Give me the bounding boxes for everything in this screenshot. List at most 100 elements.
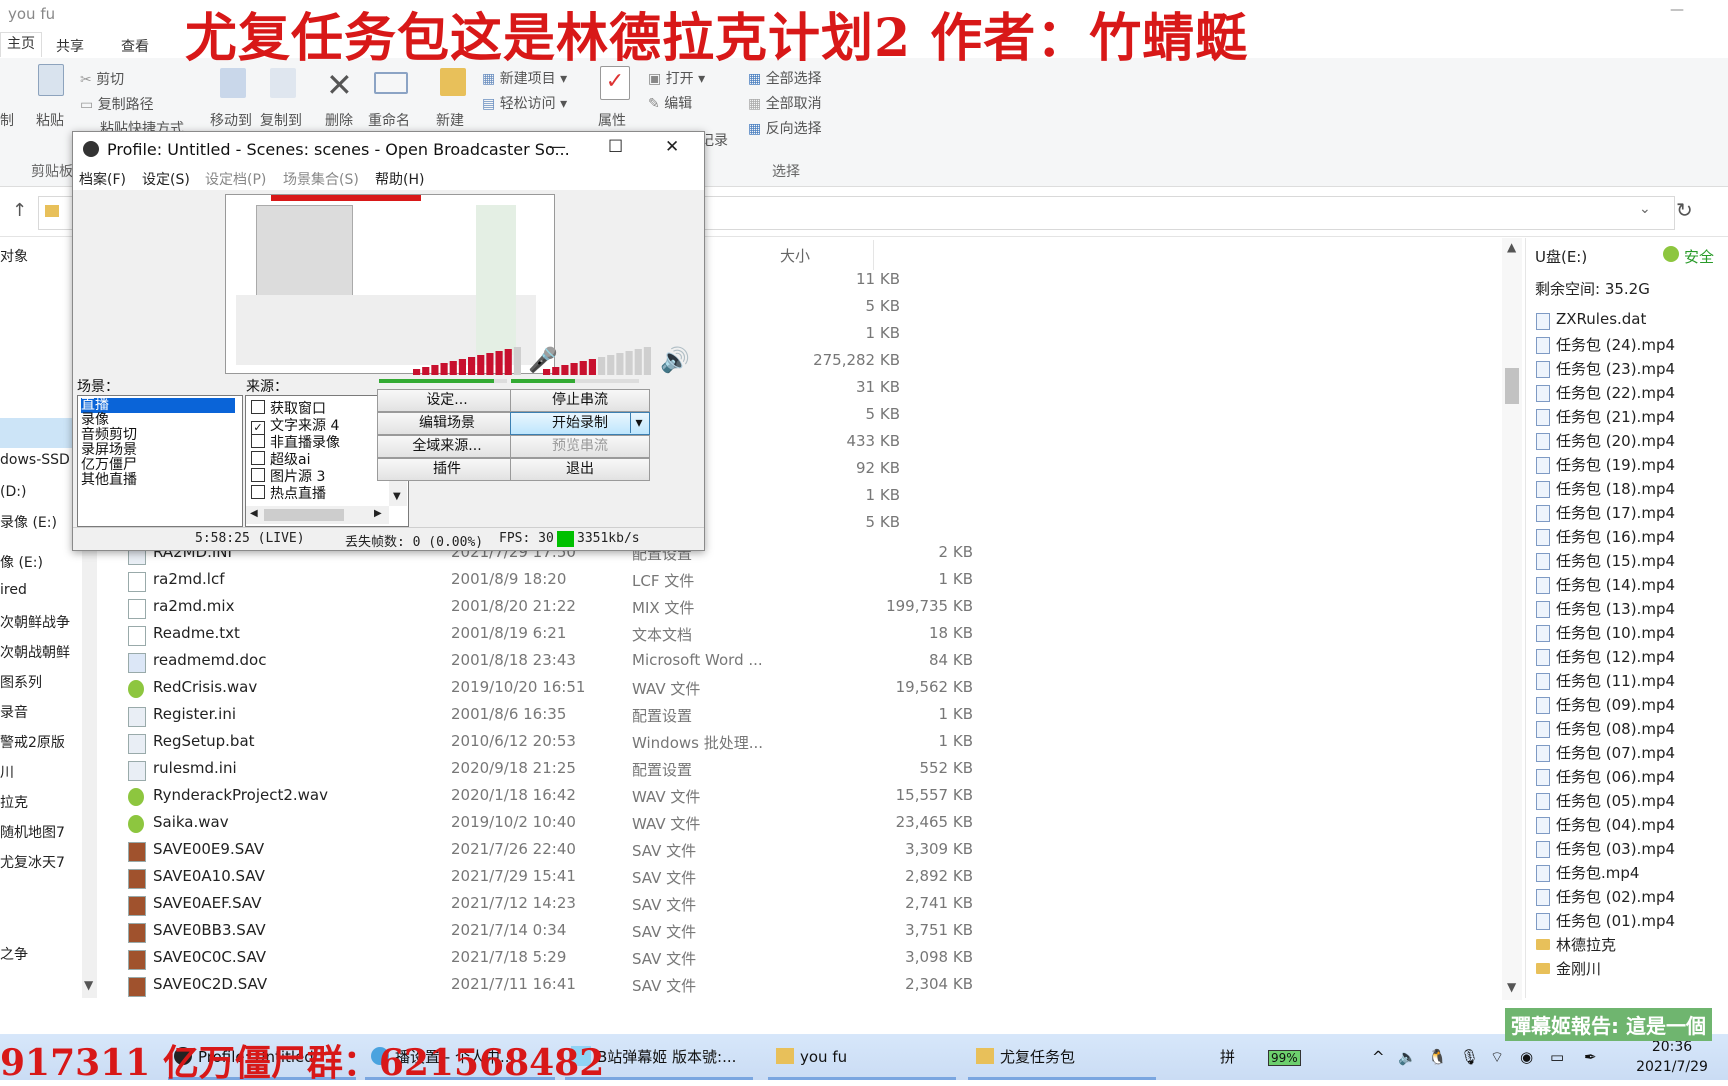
nav-item[interactable]: 图系列: [0, 672, 42, 692]
minimize-icon[interactable]: —: [1670, 2, 1684, 18]
start-record-button[interactable]: 开始录制 ▾: [510, 412, 650, 435]
preview-item[interactable]: 任务包 (05).mp4: [1556, 790, 1675, 811]
nav-item[interactable]: dows-SSD: [0, 452, 70, 468]
file-row[interactable]: Register.ini 2001/8/6 16:35 配置设置 1 KB: [110, 702, 1500, 729]
settings-button[interactable]: 设定...: [377, 389, 517, 412]
scroll-thumb[interactable]: [1505, 368, 1519, 404]
preview-item[interactable]: 任务包 (07).mp4: [1556, 742, 1675, 763]
paste-button[interactable]: 粘贴: [36, 110, 64, 130]
file-row[interactable]: RynderackProject2.wav 2020/1/18 16:42 WAV …: [110, 783, 1500, 810]
preview-item[interactable]: 任务包 (20).mp4: [1556, 430, 1675, 451]
dropdown-arrow-icon[interactable]: ▾: [630, 413, 647, 433]
refresh-icon[interactable]: ↻: [1676, 198, 1693, 222]
new-folder-button[interactable]: 新建: [436, 110, 464, 130]
preview-item[interactable]: 任务包 (18).mp4: [1556, 478, 1675, 499]
file-list-scrollbar[interactable]: ▲ ▼: [1502, 238, 1522, 1000]
preview-item[interactable]: 任务包 (22).mp4: [1556, 382, 1675, 403]
nav-item[interactable]: 之争: [0, 944, 28, 964]
plugins-button[interactable]: 插件: [377, 458, 517, 481]
preview-item[interactable]: 任务包 (19).mp4: [1556, 454, 1675, 475]
nav-item[interactable]: 像 (E:): [0, 552, 43, 572]
preview-item[interactable]: 任务包 (17).mp4: [1556, 502, 1675, 523]
file-row[interactable]: RedCrisis.wav 2019/10/20 16:51 WAV 文件 19,56…: [110, 675, 1500, 702]
source-hscroll[interactable]: ◀ ▶: [246, 506, 389, 524]
nav-item[interactable]: 对象: [0, 246, 28, 266]
nav-item[interactable]: 次朝战朝鲜: [0, 642, 70, 662]
file-row[interactable]: Saika.wav 2019/10/2 10:40 WAV 文件 23,465 KB: [110, 810, 1500, 837]
preview-item[interactable]: 任务包 (23).mp4: [1556, 358, 1675, 379]
preview-item[interactable]: 任务包 (09).mp4: [1556, 694, 1675, 715]
ime-indicator[interactable]: 拼: [1220, 1034, 1235, 1080]
preview-item[interactable]: 任务包 (11).mp4: [1556, 670, 1675, 691]
scroll-thumb[interactable]: [264, 509, 344, 521]
nav-item[interactable]: 尤复冰天7: [0, 852, 65, 872]
scroll-left-icon[interactable]: ◀: [250, 508, 258, 519]
source-checkbox[interactable]: [251, 400, 265, 414]
source-checkbox[interactable]: [251, 485, 265, 499]
edit-button[interactable]: ✎ 编辑: [648, 93, 692, 113]
wifi-icon[interactable]: ⌔: [1490, 1034, 1504, 1080]
file-row[interactable]: SAVE0A10.SAV 2021/7/29 15:41 SAV 文件 2,892 K…: [110, 864, 1500, 891]
nav-item[interactable]: ired: [0, 582, 27, 598]
delete-button[interactable]: 删除: [325, 110, 353, 130]
qq-icon[interactable]: 🐧: [1428, 1034, 1447, 1080]
mic-volume-meter[interactable]: [413, 345, 523, 375]
scene-item[interactable]: 音频剪切: [81, 428, 137, 443]
preview-stream-button[interactable]: 预览串流: [510, 435, 650, 458]
scene-item[interactable]: 录屏场景: [81, 443, 137, 458]
nav-item[interactable]: 录像 (E:): [0, 512, 57, 532]
preview-item[interactable]: 任务包 (08).mp4: [1556, 718, 1675, 739]
scene-item[interactable]: 录像: [81, 413, 109, 428]
source-checkbox[interactable]: [251, 468, 265, 482]
stop-stream-button[interactable]: 停止串流: [510, 389, 650, 412]
menu-profile[interactable]: 设定档(P): [205, 169, 266, 189]
move-to-button[interactable]: 移动到: [210, 110, 252, 130]
source-checkbox[interactable]: [251, 451, 265, 465]
close-icon[interactable]: ✕: [665, 137, 679, 157]
nav-item[interactable]: 次朝鲜战争: [0, 612, 70, 632]
scroll-down-icon[interactable]: ▼: [1507, 980, 1516, 994]
file-row[interactable]: SAVE0C2D.SAV 2021/7/11 16:41 SAV 文件 2,304 K…: [110, 972, 1500, 999]
file-row[interactable]: ra2md.lcf 2001/8/9 18:20 LCF 文件 1 KB: [110, 567, 1500, 594]
preview-item[interactable]: 任务包 (24).mp4: [1556, 334, 1675, 355]
preview-item[interactable]: 任务包.mp4: [1556, 862, 1639, 883]
edit-scene-button[interactable]: 编辑场景: [377, 412, 517, 435]
scene-item[interactable]: 直播: [81, 398, 235, 413]
scroll-up-icon[interactable]: ▲: [1507, 240, 1516, 254]
file-row[interactable]: rulesmd.ini 2020/9/18 21:25 配置设置 552 KB: [110, 756, 1500, 783]
up-arrow-icon[interactable]: ↑: [12, 200, 27, 221]
preview-item[interactable]: 任务包 (02).mp4: [1556, 886, 1675, 907]
file-row[interactable]: ra2md.mix 2001/8/20 21:22 MIX 文件 199,735 KB: [110, 594, 1500, 621]
desktop-volume-meter[interactable]: [543, 345, 653, 375]
nav-item[interactable]: 录音: [0, 702, 28, 722]
file-row[interactable]: SAVE0C0C.SAV 2021/7/18 5:29 SAV 文件 3,098 KB: [110, 945, 1500, 972]
scroll-down-icon[interactable]: ▼: [393, 491, 401, 502]
copy-path-button[interactable]: ▭ 复制路径: [80, 94, 154, 114]
preview-item[interactable]: 任务包 (10).mp4: [1556, 622, 1675, 643]
preview-item[interactable]: 任务包 (16).mp4: [1556, 526, 1675, 547]
preview-item[interactable]: 任务包 (15).mp4: [1556, 550, 1675, 571]
scroll-right-icon[interactable]: ▶: [374, 508, 382, 519]
properties-button[interactable]: 属性: [598, 110, 626, 130]
scene-list[interactable]: 直播 录像 音频剪切 录屏场景 亿万僵尸 其他直播: [77, 395, 243, 527]
preview-item[interactable]: 任务包 (04).mp4: [1556, 814, 1675, 835]
source-checkbox[interactable]: [251, 434, 265, 448]
nav-item[interactable]: (D:): [0, 484, 26, 500]
volume-icon[interactable]: 🔈: [1398, 1034, 1417, 1080]
speaker-icon[interactable]: 🔊: [660, 346, 690, 374]
taskbar-item-mission-pack[interactable]: 尤复任务包: [968, 1034, 1156, 1080]
select-all-button[interactable]: ▦ 全部选择: [748, 68, 822, 88]
exit-button[interactable]: 退出: [510, 458, 650, 481]
menu-scene-collection[interactable]: 场景集合(S): [283, 169, 359, 189]
rename-button[interactable]: 重命名: [368, 110, 410, 130]
maximize-icon[interactable]: ☐: [608, 137, 623, 157]
copy-to-button[interactable]: 复制到: [260, 110, 302, 130]
size-column-header[interactable]: 大小: [780, 245, 810, 266]
chevron-up-icon[interactable]: ^: [1372, 1034, 1385, 1080]
preview-item[interactable]: 任务包 (13).mp4: [1556, 598, 1675, 619]
chevron-down-icon[interactable]: ⌄: [1639, 201, 1651, 217]
tab-share[interactable]: 共享: [56, 36, 84, 56]
easy-access-button[interactable]: ▤ 轻松访问 ▾: [482, 93, 567, 113]
menu-help[interactable]: 帮助(H): [375, 169, 424, 189]
minimize-icon[interactable]: —: [549, 137, 566, 157]
